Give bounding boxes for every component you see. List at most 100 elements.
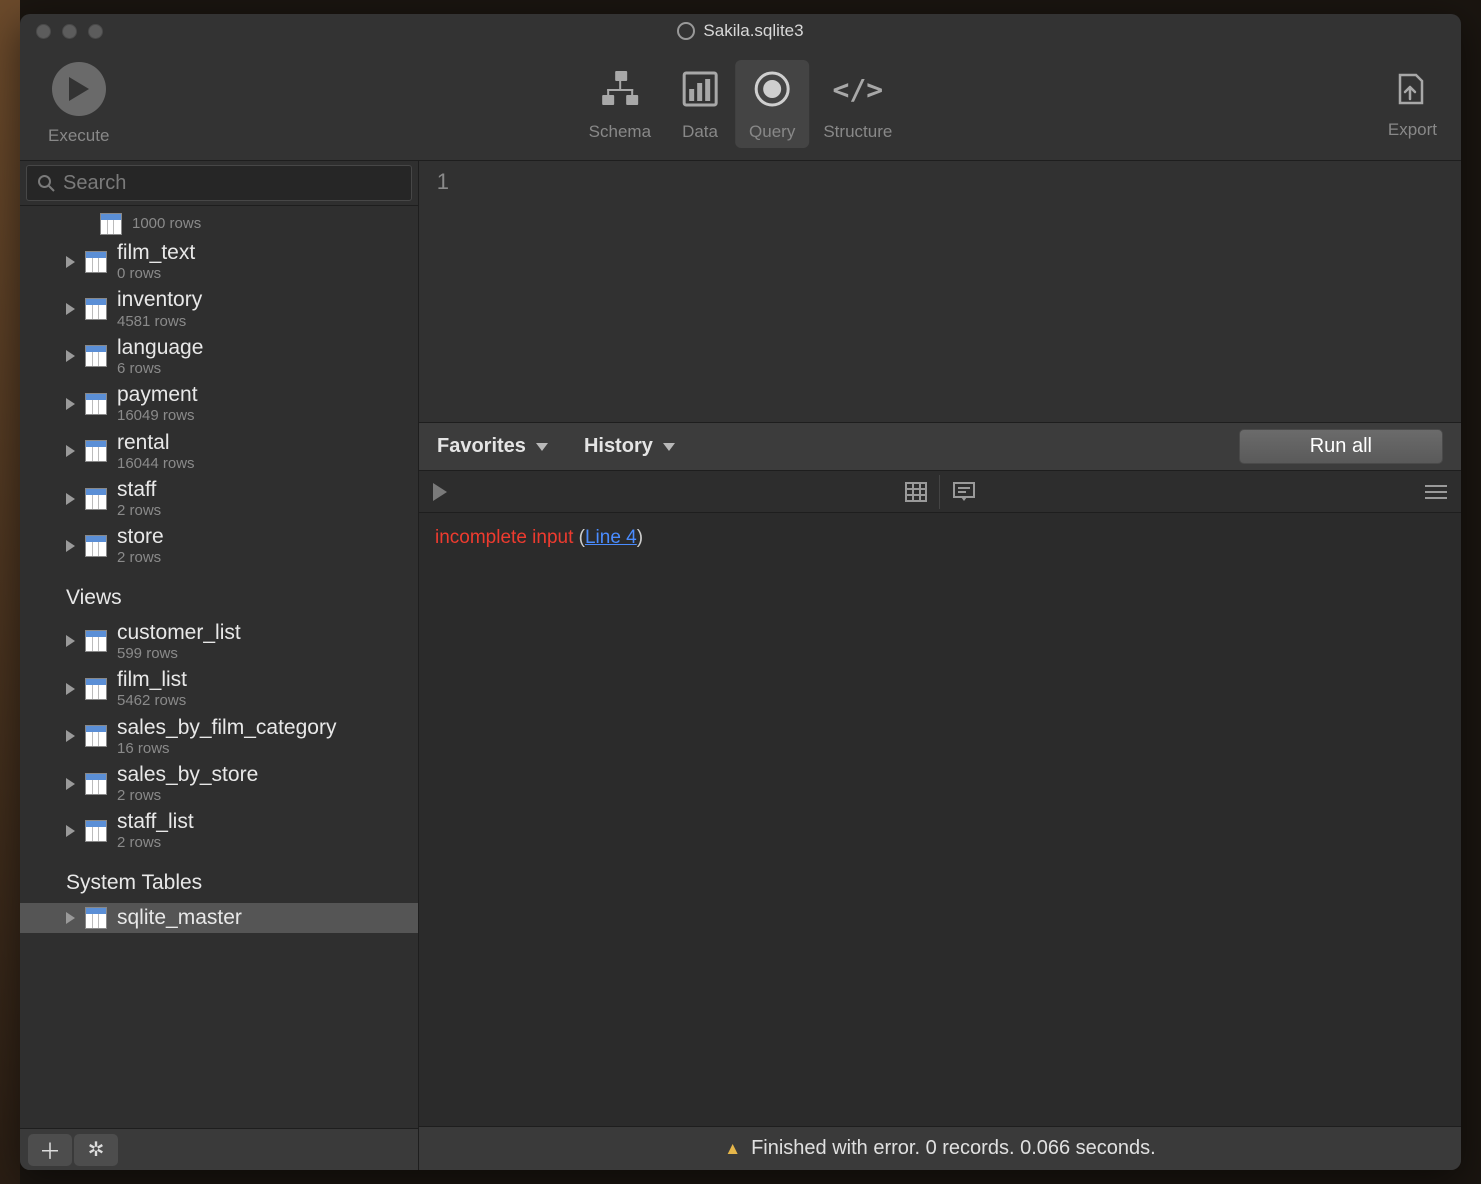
view-row[interactable]: sales_by_store2 rows xyxy=(20,760,418,807)
table-icon xyxy=(85,251,107,273)
row-name: rental xyxy=(117,431,195,455)
grid-icon xyxy=(905,482,927,502)
disclosure-icon[interactable] xyxy=(66,540,75,552)
warning-icon: ▲ xyxy=(724,1139,741,1159)
favorites-dropdown[interactable]: Favorites xyxy=(437,435,548,458)
disclosure-icon[interactable] xyxy=(66,635,75,647)
disclosure-icon[interactable] xyxy=(66,445,75,457)
table-row[interactable]: staff2 rows xyxy=(20,475,418,522)
table-row[interactable]: store2 rows xyxy=(20,522,418,569)
history-dropdown[interactable]: History xyxy=(584,435,675,458)
table-icon xyxy=(85,773,107,795)
row-name: staff xyxy=(117,478,161,502)
row-sub: 16 rows xyxy=(117,740,336,757)
export-icon xyxy=(1391,68,1433,110)
add-button[interactable]: ＋ xyxy=(28,1134,72,1166)
row-name: inventory xyxy=(117,288,202,312)
tab-query[interactable]: Query xyxy=(735,60,809,148)
table-icon xyxy=(85,535,107,557)
table-icon xyxy=(100,213,122,235)
disclosure-icon[interactable] xyxy=(66,303,75,315)
hamburger-icon xyxy=(1425,485,1447,487)
plus-icon: ＋ xyxy=(39,1134,61,1166)
tree[interactable]: 1000 rows film_text0 rows inventory4581 … xyxy=(20,206,418,1128)
app-window: Sakila.sqlite3 Execute Schema Data xyxy=(20,14,1461,1170)
text-icon xyxy=(953,482,975,502)
tab-data[interactable]: Data xyxy=(665,60,735,148)
search-field[interactable] xyxy=(26,165,412,201)
results-toolbar xyxy=(419,471,1461,513)
structure-icon: </> xyxy=(837,68,879,110)
sidebar-footer: ＋ ✲ xyxy=(20,1128,418,1170)
view-row[interactable]: sales_by_film_category16 rows xyxy=(20,713,418,760)
table-row[interactable]: 1000 rows xyxy=(20,210,418,238)
table-icon xyxy=(85,298,107,320)
error-message: incomplete input xyxy=(435,527,573,548)
row-sub: 4581 rows xyxy=(117,313,202,330)
table-row[interactable]: inventory4581 rows xyxy=(20,285,418,332)
menu-button[interactable] xyxy=(1425,485,1447,499)
disclosure-icon[interactable] xyxy=(66,825,75,837)
window-title-text: Sakila.sqlite3 xyxy=(703,21,803,41)
row-sub: 2 rows xyxy=(117,834,194,851)
body: 1000 rows film_text0 rows inventory4581 … xyxy=(20,161,1461,1170)
disclosure-icon[interactable] xyxy=(66,256,75,268)
run-query-icon[interactable] xyxy=(433,483,447,501)
row-name: payment xyxy=(117,383,198,407)
status-text: Finished with error. 0 records. 0.066 se… xyxy=(751,1137,1156,1160)
disclosure-icon[interactable] xyxy=(66,730,75,742)
results-panel[interactable]: incomplete input (Line 4) xyxy=(419,513,1461,1126)
sql-editor[interactable]: 1 xyxy=(419,161,1461,423)
row-name: sqlite_master xyxy=(117,906,242,930)
disclosure-icon[interactable] xyxy=(66,683,75,695)
settings-button[interactable]: ✲ xyxy=(74,1134,118,1166)
row-sub: 6 rows xyxy=(117,360,203,377)
table-row[interactable]: payment16049 rows xyxy=(20,380,418,427)
chevron-down-icon xyxy=(536,443,548,451)
data-icon xyxy=(679,68,721,110)
titlebar[interactable]: Sakila.sqlite3 xyxy=(20,14,1461,48)
tab-structure[interactable]: </> Structure xyxy=(809,60,906,148)
row-name: customer_list xyxy=(117,621,241,645)
window-title: Sakila.sqlite3 xyxy=(20,21,1461,41)
run-all-button[interactable]: Run all xyxy=(1239,429,1443,464)
export-button[interactable]: Export xyxy=(1388,68,1437,140)
row-name: staff_list xyxy=(117,810,194,834)
table-row[interactable]: film_text0 rows xyxy=(20,238,418,285)
system-table-row[interactable]: sqlite_master xyxy=(20,903,418,933)
view-tabs: Schema Data Query </> Structure xyxy=(575,60,907,148)
view-row[interactable]: film_list5462 rows xyxy=(20,665,418,712)
error-line-link[interactable]: Line 4 xyxy=(585,527,637,548)
disclosure-icon[interactable] xyxy=(66,398,75,410)
view-row[interactable]: customer_list599 rows xyxy=(20,618,418,665)
sidebar: 1000 rows film_text0 rows inventory4581 … xyxy=(20,161,419,1170)
disclosure-icon[interactable] xyxy=(66,350,75,362)
disclosure-icon[interactable] xyxy=(66,493,75,505)
views-header: Views xyxy=(20,570,418,618)
table-icon xyxy=(85,725,107,747)
status-bar: ▲ Finished with error. 0 records. 0.066 … xyxy=(419,1126,1461,1170)
code-area[interactable] xyxy=(459,161,1461,422)
history-label: History xyxy=(584,435,653,458)
grid-view-button[interactable] xyxy=(892,475,940,509)
favorites-label: Favorites xyxy=(437,435,526,458)
tab-schema[interactable]: Schema xyxy=(575,60,665,148)
table-icon xyxy=(85,345,107,367)
disclosure-icon[interactable] xyxy=(66,778,75,790)
query-toolbar: Favorites History Run all xyxy=(419,423,1461,471)
row-sub: 2 rows xyxy=(117,502,161,519)
text-view-button[interactable] xyxy=(940,475,988,509)
table-row[interactable]: language6 rows xyxy=(20,333,418,380)
row-sub: 2 rows xyxy=(117,549,164,566)
disclosure-icon[interactable] xyxy=(66,912,75,924)
query-icon xyxy=(751,68,793,110)
table-row[interactable]: rental16044 rows xyxy=(20,428,418,475)
search-input[interactable] xyxy=(63,172,401,195)
play-icon xyxy=(52,62,106,116)
line-gutter: 1 xyxy=(419,161,459,422)
row-name: language xyxy=(117,336,203,360)
view-row[interactable]: staff_list2 rows xyxy=(20,807,418,854)
row-sub: 599 rows xyxy=(117,645,241,662)
execute-button[interactable]: Execute xyxy=(48,62,109,146)
search-icon xyxy=(37,174,55,192)
